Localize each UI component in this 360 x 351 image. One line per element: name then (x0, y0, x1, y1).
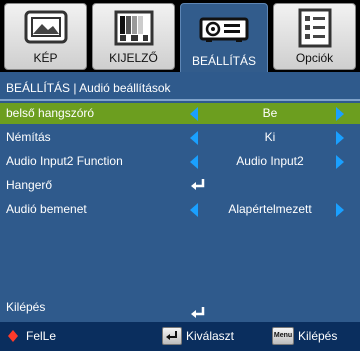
arrow-right-icon[interactable] (336, 203, 344, 217)
divider (0, 99, 360, 101)
tab-settings[interactable]: BEÁLLÍTÁS (180, 3, 268, 73)
enter-icon[interactable] (190, 305, 206, 321)
projector-icon (199, 17, 249, 42)
menu-row-volume[interactable]: Hangerő (0, 175, 360, 196)
arrow-left-icon[interactable] (190, 107, 198, 121)
enter-icon[interactable] (190, 177, 206, 193)
footer-select-label: Kiválaszt (186, 329, 235, 343)
row-value: Be (262, 106, 278, 120)
arrow-left-icon[interactable] (190, 131, 198, 145)
menu-row-mute[interactable]: Némítás Ki (0, 127, 360, 148)
display-icon (114, 10, 153, 46)
menu-key-icon: Menu (272, 327, 294, 345)
row-label: Kilépés (6, 300, 46, 314)
osd-menu: KÉP KIJELZŐ BEÁLLÍTÁS Opciók BEÁLLÍTÁS |… (0, 0, 360, 351)
arrow-left-icon[interactable] (190, 155, 198, 169)
row-label: Némítás (6, 130, 51, 144)
tab-label: BEÁLLÍTÁS (191, 54, 257, 68)
menu-row-audio-input2-function[interactable]: Audio Input2 Function Audio Input2 (0, 151, 360, 172)
picture-icon (24, 10, 67, 44)
menu-row-exit[interactable]: Kilépés (0, 297, 360, 318)
row-label: Hangerő (6, 178, 53, 192)
row-value: Alapértelmezett (228, 202, 312, 216)
row-label: Audió bemenet (6, 202, 87, 216)
arrow-right-icon[interactable] (336, 131, 344, 145)
row-value: Audio Input2 (236, 154, 304, 168)
breadcrumb: BEÁLLÍTÁS | Audió beállítások (6, 81, 171, 95)
row-label: belső hangszóró (6, 106, 95, 120)
tab-label: Opciók (295, 51, 334, 65)
tab-display[interactable]: KIJELZŐ (92, 3, 175, 70)
enter-key-icon (162, 327, 182, 345)
arrow-right-icon[interactable] (336, 155, 344, 169)
menu-row-audio-input[interactable]: Audió bemenet Alapértelmezett (0, 199, 360, 220)
row-label: Audio Input2 Function (6, 154, 123, 168)
footer-nav-label: FelLe (26, 329, 57, 343)
tab-label: KÉP (33, 51, 58, 65)
arrow-left-icon[interactable] (190, 203, 198, 217)
diamond-nav-icon (8, 330, 18, 342)
footer-exit-label: Kilépés (298, 329, 338, 343)
row-value: Ki (264, 130, 276, 144)
menu-row-internal-speaker[interactable]: belső hangszóró Be (0, 103, 360, 124)
tab-options[interactable]: Opciók (273, 3, 356, 70)
tab-label: KIJELZŐ (109, 51, 158, 65)
settings-panel: BEÁLLÍTÁS | Audió beállítások belső hang… (0, 72, 360, 322)
footer-bar: FelLe Kiválaszt Menu Kilépés (0, 322, 360, 351)
options-icon (298, 8, 331, 48)
arrow-right-icon[interactable] (336, 107, 344, 121)
tab-picture[interactable]: KÉP (4, 3, 87, 70)
